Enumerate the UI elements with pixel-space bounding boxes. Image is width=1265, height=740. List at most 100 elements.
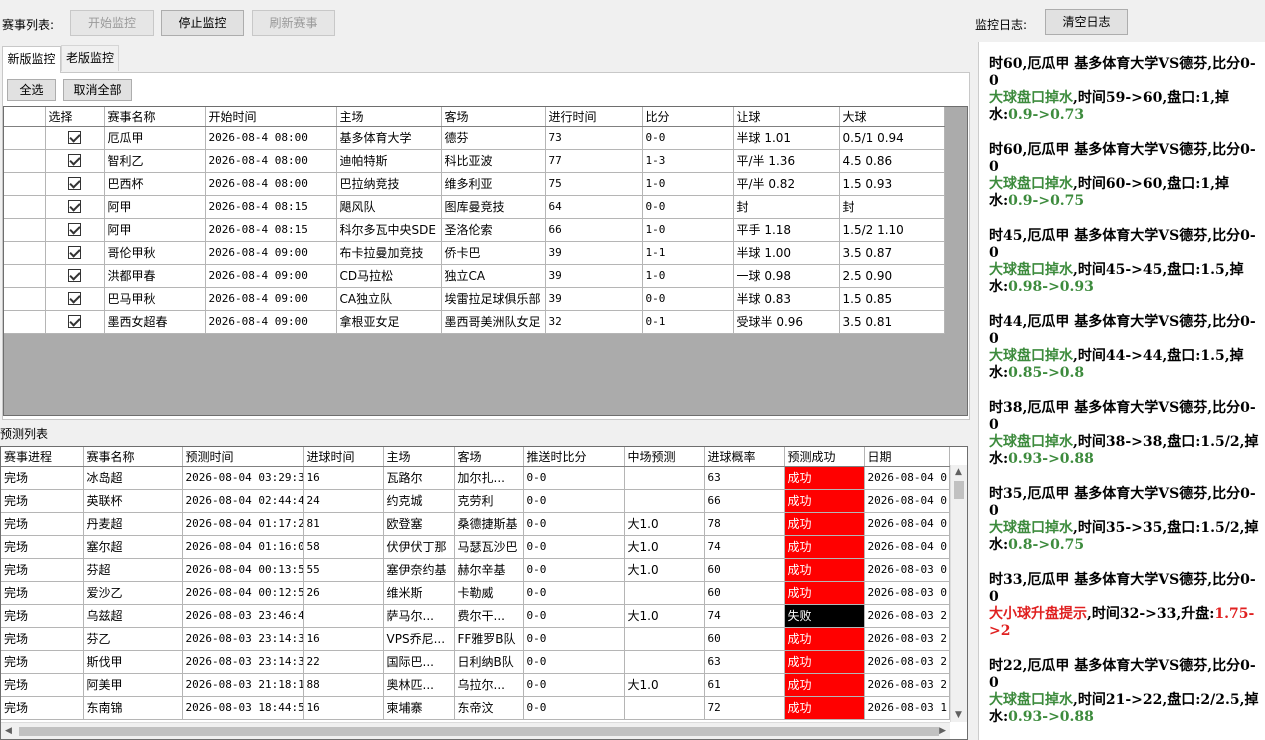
select-cell[interactable] [45,149,105,173]
column-header[interactable]: 比分 [642,107,734,127]
clear-log-button[interactable]: 清空日志 [1045,9,1128,35]
scroll-right-icon[interactable]: ▶ [939,726,946,736]
match-row[interactable]: 厄瓜甲 2026-08-4 08:00 基多体育大学 德芬 73 0-0 半球 1.01 0.… [4,126,945,150]
checked-checkbox[interactable] [68,315,81,329]
checked-checkbox[interactable] [68,131,81,145]
select-cell[interactable] [45,218,105,242]
halftime-predict-cell [624,650,705,674]
prediction-row[interactable]: 完场 冰岛超 2026-08-04 03:29:32 16 瓦路尔 加尔扎... 0-0 63… [1,466,950,490]
scroll-up-icon[interactable]: ▲ [955,467,962,477]
match-row[interactable]: 阿甲 2026-08-4 08:15 科尔多瓦中央SDE 圣洛伦索 66 1-0 平手 1.… [4,218,945,242]
select-cell[interactable] [45,287,105,311]
column-header[interactable]: 让球 [733,107,840,127]
column-header[interactable]: 日期 [864,447,950,467]
away-team-cell: 赫尔辛基 [454,558,524,582]
column-header[interactable]: 预测时间 [182,447,304,467]
predict-result-cell: 失败 [784,604,865,628]
select-cell[interactable] [45,126,105,150]
row-header[interactable] [4,149,46,173]
predict-time-cell: 2026-08-03 18:44:55 [182,696,304,720]
stop-monitor-button[interactable]: 停止监控 [161,10,244,36]
column-header[interactable]: 进球概率 [704,447,785,467]
checked-checkbox[interactable] [68,200,81,214]
column-header[interactable]: 预测成功 [784,447,865,467]
column-header[interactable]: 客场 [454,447,524,467]
select-cell[interactable] [45,310,105,334]
horizontal-scroll-thumb[interactable] [19,727,939,736]
prediction-row[interactable]: 完场 斯伐甲 2026-08-03 23:14:31 22 国际巴... 日利纳B队 0-0… [1,650,950,674]
column-header[interactable]: 开始时间 [205,107,337,127]
column-header[interactable]: 赛事进程 [1,447,84,467]
scroll-left-icon[interactable]: ◀ [5,726,12,736]
match-table: 选择 赛事名称 开始时间 主场 客场 进行时间 比分 让球 大球 厄瓜甲 2026-08-4 08… [3,106,968,416]
prediction-vertical-scrollbar[interactable]: ▲ ▼ [950,465,967,722]
column-header[interactable]: 大球 [839,107,945,127]
column-header[interactable]: 推送时比分 [523,447,625,467]
checked-checkbox[interactable] [68,292,81,306]
row-header[interactable] [4,172,46,196]
vertical-scroll-thumb[interactable] [954,481,964,499]
prediction-row[interactable]: 完场 爱沙乙 2026-08-04 00:12:59 26 维米斯 卡勒威 0-0 60 成功 2… [1,581,950,605]
prediction-row[interactable]: 完场 芬超 2026-08-04 00:13:50 55 塞伊奈约基 赫尔辛基 0-0 大1.… [1,558,950,582]
checked-checkbox[interactable] [68,223,81,237]
away-team-cell: 圣洛伦索 [441,218,546,242]
match-list-label: 赛事列表: [2,18,55,32]
column-header[interactable]: 进行时间 [545,107,643,127]
elapsed-time-cell: 32 [545,310,643,334]
match-row[interactable]: 阿甲 2026-08-4 08:15 飓风队 图库曼竞技 64 0-0 封封 [4,195,945,219]
match-row[interactable]: 巴马甲秋 2026-08-4 09:00 CA独立队 埃雷拉足球俱乐部 39 0-0 半球 … [4,287,945,311]
match-row[interactable]: 巴西杯 2026-08-4 08:00 巴拉纳竞技 维多利亚 75 1-0 平/半 0.82… [4,172,945,196]
column-header[interactable]: 中场预测 [624,447,705,467]
row-header[interactable] [4,310,46,334]
column-header[interactable]: 进球时间 [303,447,384,467]
checked-checkbox[interactable] [68,177,81,191]
prediction-row[interactable]: 完场 芬乙 2026-08-03 23:14:31 16 VPS乔尼... FF雅罗B队 0… [1,627,950,651]
away-team-cell: 墨西哥美洲队女足 [441,310,546,334]
prediction-row[interactable]: 完场 英联杯 2026-08-04 02:44:44 24 约克城 克劳利 0-0 66 成功 2… [1,489,950,513]
checked-checkbox[interactable] [68,269,81,283]
row-header[interactable] [4,264,46,288]
prediction-row[interactable]: 完场 阿美甲 2026-08-03 21:18:18 88 奥林匹... 乌拉尔... 0-… [1,673,950,697]
row-header[interactable] [4,287,46,311]
match-row[interactable]: 智利乙 2026-08-4 08:00 迪帕特斯 科比亚波 77 1-3 平/半 1.36 4… [4,149,945,173]
away-team-cell: 侨卡巴 [441,241,546,265]
select-cell[interactable] [45,241,105,265]
prediction-row[interactable]: 完场 丹麦超 2026-08-04 01:17:21 81 欧登塞 桑德捷斯基 0-0 大1.… [1,512,950,536]
scroll-down-icon[interactable]: ▼ [955,710,962,720]
tab-new-monitor[interactable]: 新版监控 [2,46,61,73]
match-row[interactable]: 哥伦甲秋 2026-08-4 09:00 布卡拉曼加竞技 侨卡巴 39 1-1 半球 1.0… [4,241,945,265]
select-cell[interactable] [45,195,105,219]
date-cell: 2026-08-03 1... [864,696,950,720]
column-header[interactable]: 主场 [383,447,455,467]
predict-result-cell: 成功 [784,466,865,490]
start-monitor-button[interactable]: 开始监控 [70,10,154,36]
log-entry: 时38,厄瓜甲 基多体育大学VS德芬,比分0-0 大球盘口掉水,时间38->38,… [989,400,1259,468]
row-header[interactable] [4,241,46,265]
checked-checkbox[interactable] [68,246,81,260]
select-cell[interactable] [45,172,105,196]
column-header[interactable]: 客场 [441,107,546,127]
select-cell[interactable] [45,264,105,288]
push-score-cell: 0-0 [523,558,625,582]
column-header[interactable]: 赛事名称 [83,447,183,467]
tab-old-monitor[interactable]: 老版监控 [61,45,119,71]
start-time-cell: 2026-08-4 08:15 [205,218,337,242]
log-entry-type: 大球盘口掉水 [989,434,1073,450]
refresh-matches-button[interactable]: 刷新赛事 [252,10,335,36]
column-header[interactable]: 赛事名称 [104,107,206,127]
row-header[interactable] [4,126,46,150]
column-header[interactable]: 选择 [45,107,105,127]
match-row[interactable]: 洪都甲春 2026-08-4 09:00 CD马拉松 独立CA 39 1-0 一球 0.98… [4,264,945,288]
status-cell: 完场 [1,512,84,536]
column-header[interactable]: 主场 [336,107,442,127]
prediction-row[interactable]: 完场 东南锦 2026-08-03 18:44:55 16 柬埔寨 东帝汶 0-0 72 成功 2… [1,696,950,720]
prediction-row[interactable]: 完场 乌兹超 2026-08-03 23:46:45 萨马尔... 费尔干... 0-0 大… [1,604,950,628]
deselect-all-button[interactable]: 取消全部 [63,79,132,101]
checked-checkbox[interactable] [68,154,81,168]
prediction-row[interactable]: 完场 塞尔超 2026-08-04 01:16:00 58 伏伊伏丁那 马瑟瓦沙巴 0-0 大… [1,535,950,559]
prediction-horizontal-scrollbar[interactable]: ◀ ▶ [1,722,950,739]
row-header[interactable] [4,195,46,219]
match-row[interactable]: 墨西女超春 2026-08-4 09:00 拿根亚女足 墨西哥美洲队女足 32 0-1 受球… [4,310,945,334]
select-all-button[interactable]: 全选 [7,79,56,101]
row-header[interactable] [4,218,46,242]
